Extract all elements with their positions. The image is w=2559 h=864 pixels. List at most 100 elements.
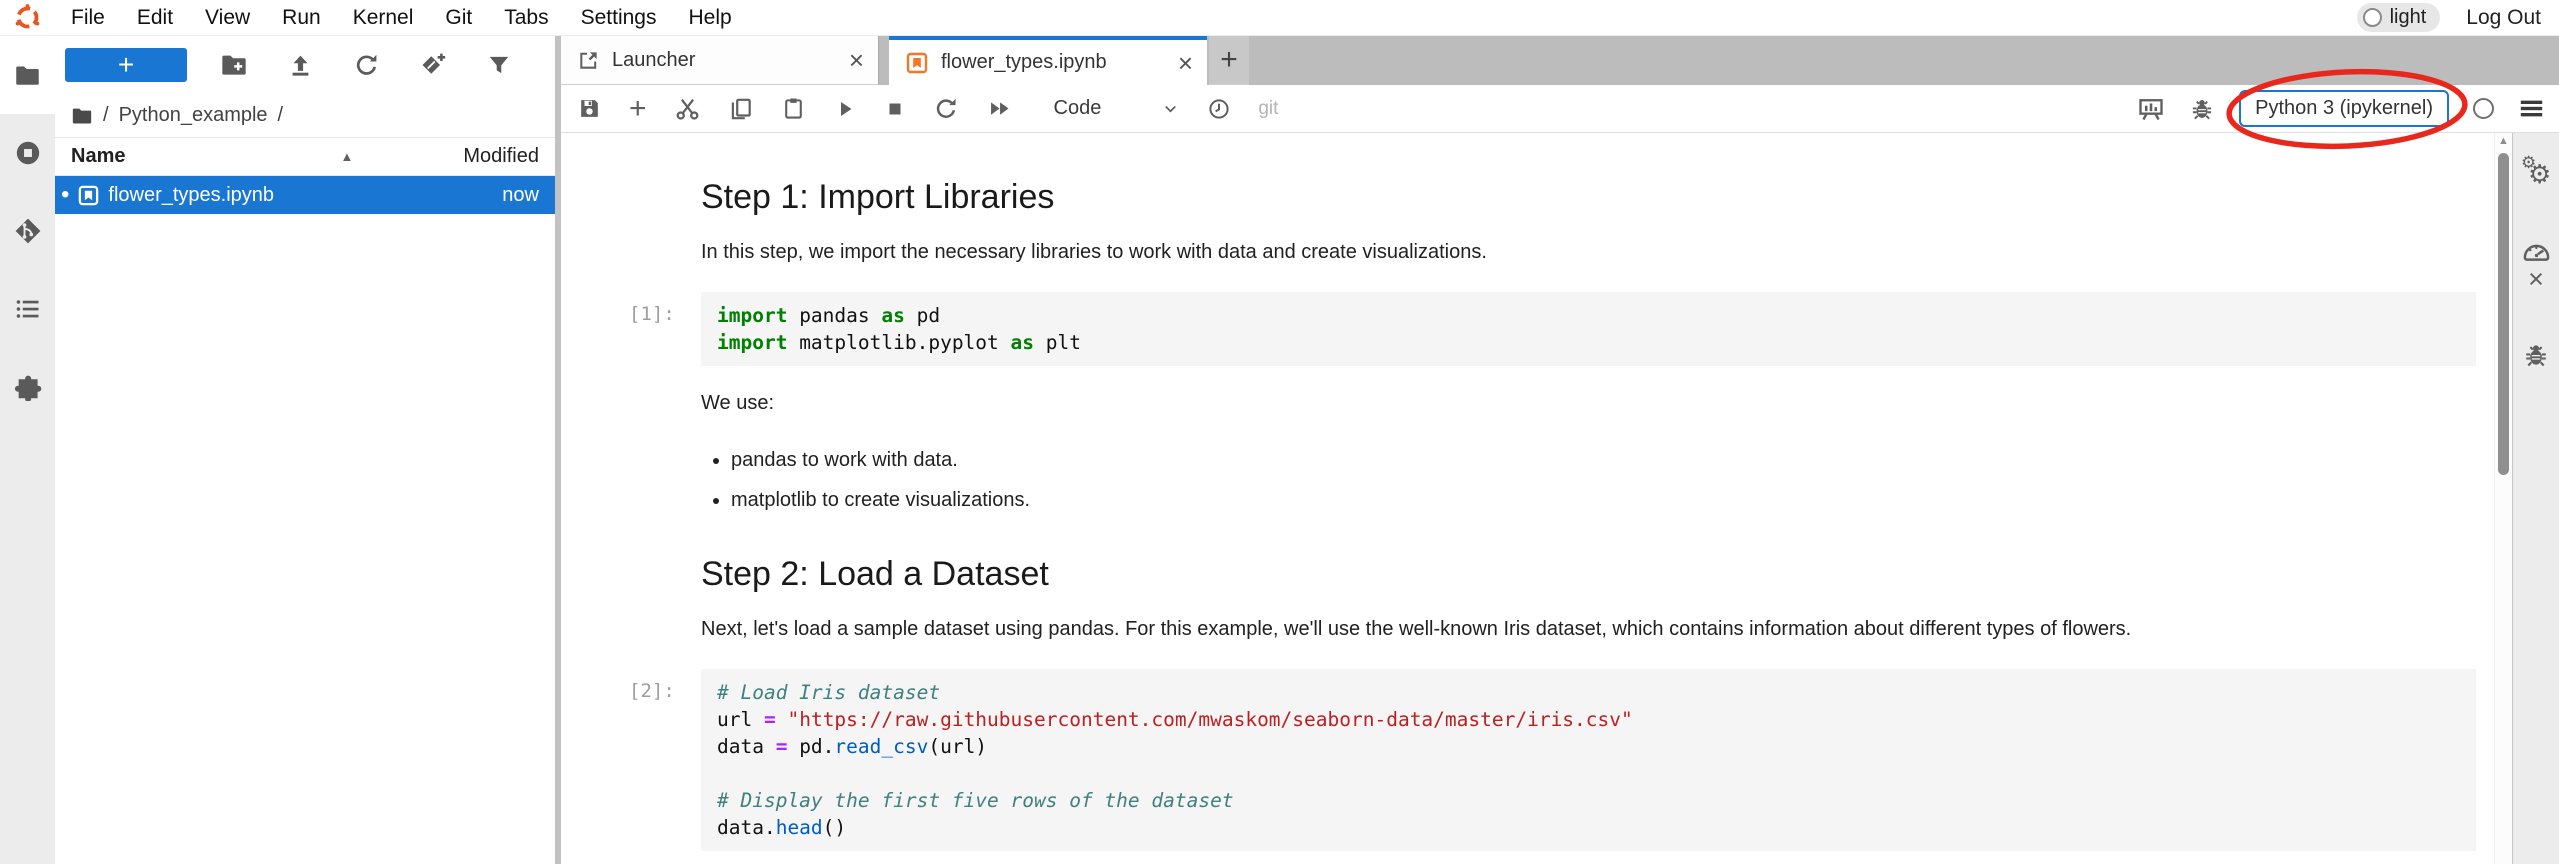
menu-item-run[interactable]: Run — [266, 6, 337, 30]
git-clone-icon[interactable] — [419, 51, 447, 79]
list-item: pandas to work with data. — [731, 447, 2476, 474]
git-toolbar-label: git — [1258, 98, 1278, 120]
close-icon[interactable]: × — [1178, 50, 1193, 76]
menu-item-help[interactable]: Help — [673, 6, 748, 30]
breadcrumb: / Python_example / — [55, 94, 555, 138]
hamburger-menu-icon[interactable] — [2518, 95, 2545, 122]
paragraph: In this step, we import the necessary li… — [701, 239, 2476, 266]
notebook-content: Step 1: Import Libraries In this step, w… — [561, 133, 2494, 864]
notebook-toolbar: + Code — [561, 85, 2559, 133]
new-folder-icon[interactable] — [220, 51, 248, 79]
breadcrumb-separator: / — [103, 104, 109, 127]
sidebar-item-file-browser[interactable] — [0, 36, 55, 114]
cell-type-select[interactable]: Code — [1054, 97, 1181, 120]
column-header-modified[interactable]: Modified — [463, 145, 539, 168]
bullet-list: pandas to work with data. matplotlib to … — [701, 447, 2476, 514]
filter-icon[interactable] — [486, 52, 512, 78]
close-icon[interactable]: × — [849, 47, 864, 73]
theme-toggle[interactable]: light — [2357, 3, 2441, 32]
execution-prompt: [1]: — [629, 292, 701, 366]
stop-icon[interactable] — [884, 98, 906, 120]
tab-launcher[interactable]: Launcher × — [561, 36, 879, 85]
left-activity-bar — [0, 36, 55, 864]
breadcrumb-folder[interactable]: Python_example — [119, 104, 268, 127]
tab-label: flower_types.ipynb — [941, 51, 1107, 74]
dock-tab-bar: Launcher × flower_types.ipynb × + — [561, 36, 2559, 85]
scrollbar-thumb[interactable] — [2498, 153, 2509, 475]
paragraph: We use: — [701, 390, 2476, 417]
property-inspector-gears-icon[interactable]: ⚙ ⚙ — [2513, 157, 2559, 187]
debugger-bug-icon[interactable] — [2189, 96, 2215, 122]
markdown-cell-step1-paragraph[interactable]: In this step, we import the necessary li… — [629, 239, 2476, 292]
menu-item-settings[interactable]: Settings — [565, 6, 673, 30]
scroll-up-arrow-icon[interactable]: ▲ — [2498, 135, 2509, 147]
refresh-icon[interactable] — [353, 52, 380, 79]
cut-icon[interactable] — [674, 95, 701, 122]
new-launcher-button[interactable]: + — [65, 48, 187, 82]
markdown-cell-step1-heading[interactable]: Step 1: Import Libraries — [629, 177, 2476, 239]
menu-item-git[interactable]: Git — [429, 6, 488, 30]
chevron-down-icon — [1161, 99, 1180, 118]
theme-toggle-circle-icon — [2363, 8, 2382, 27]
breadcrumb-separator-trailing: / — [278, 104, 284, 127]
menu-item-file[interactable]: File — [55, 6, 121, 30]
stop-circle-icon — [14, 139, 42, 167]
debugger-bug-icon[interactable] — [2513, 341, 2559, 369]
tab-flower-types-notebook[interactable]: flower_types.ipynb × — [889, 36, 1207, 85]
menu-item-edit[interactable]: Edit — [121, 6, 189, 30]
code-editor[interactable]: # Load Iris dataseturl = "https://raw.gi… — [701, 669, 2476, 851]
code-cell-imports[interactable]: [1]: import pandas as pdimport matplotli… — [629, 292, 2476, 366]
copy-icon[interactable] — [728, 96, 754, 122]
file-modified: now — [502, 184, 539, 207]
markdown-cell-we-use[interactable]: We use: pandas to work with data. matplo… — [629, 390, 2476, 540]
sidebar-item-table-of-contents[interactable] — [0, 270, 55, 348]
main-area: Launcher × flower_types.ipynb × + + — [555, 36, 2559, 864]
heading-step1: Step 1: Import Libraries — [701, 177, 2476, 217]
execution-prompt: [2]: — [629, 669, 701, 851]
notebook-icon — [905, 51, 929, 75]
markdown-cell-step2-heading[interactable]: Step 2: Load a Dataset — [629, 540, 2476, 616]
menu-item-kernel[interactable]: Kernel — [337, 6, 430, 30]
unsaved-dot-icon: • — [61, 190, 69, 200]
list-item: matplotlib to create visualizations. — [731, 487, 2476, 514]
restart-kernel-icon[interactable] — [933, 96, 959, 122]
menu-item-view[interactable]: View — [189, 6, 266, 30]
menubar: File Edit View Run Kernel Git Tabs Setti… — [0, 0, 2559, 36]
insert-cell-icon[interactable]: + — [629, 94, 647, 124]
puzzle-icon — [14, 373, 42, 401]
run-icon[interactable] — [833, 97, 857, 121]
folder-icon — [14, 62, 41, 89]
execution-time-clock-icon[interactable] — [1207, 97, 1231, 121]
file-browser-toolbar: + — [55, 36, 555, 94]
launcher-icon — [577, 49, 600, 72]
notebook-scrollbar[interactable]: ▲ — [2494, 133, 2512, 864]
sidebar-item-git[interactable] — [0, 192, 55, 270]
code-editor[interactable]: import pandas as pdimport matplotlib.pyp… — [701, 292, 2476, 366]
file-name: flower_types.ipynb — [108, 184, 274, 207]
save-icon[interactable] — [577, 96, 602, 121]
markdown-cell-step2-paragraph[interactable]: Next, let's load a sample dataset using … — [629, 616, 2476, 669]
theme-toggle-label: light — [2390, 6, 2427, 29]
slideshow-icon[interactable] — [2137, 95, 2165, 123]
plus-icon: + — [118, 50, 134, 80]
menu-item-tabs[interactable]: Tabs — [488, 6, 564, 30]
file-row[interactable]: • flower_types.ipynb now — [55, 176, 555, 214]
ubuntu-logo-icon — [0, 4, 55, 31]
column-header-name[interactable]: Name — [71, 145, 125, 168]
upload-icon[interactable] — [287, 52, 314, 79]
kernel-status-icon[interactable] — [2473, 98, 2494, 119]
list-icon — [14, 295, 42, 323]
close-x-icon[interactable]: × — [2513, 266, 2559, 293]
add-tab-button[interactable]: + — [1209, 36, 1249, 85]
restart-run-all-icon[interactable] — [986, 95, 1013, 122]
sidebar-item-extensions[interactable] — [0, 348, 55, 426]
logout-button[interactable]: Log Out — [2466, 6, 2541, 30]
home-folder-icon[interactable] — [71, 105, 93, 127]
sort-ascending-icon[interactable]: ▲ — [340, 149, 353, 164]
sidebar-item-running-sessions[interactable] — [0, 114, 55, 192]
plus-icon: + — [1220, 43, 1238, 77]
paste-icon[interactable] — [781, 96, 806, 121]
git-icon — [14, 217, 42, 245]
code-cell-load-dataset[interactable]: [2]: # Load Iris dataseturl = "https://r… — [629, 669, 2476, 851]
kernel-button[interactable]: Python 3 (ipykernel) — [2239, 90, 2449, 127]
